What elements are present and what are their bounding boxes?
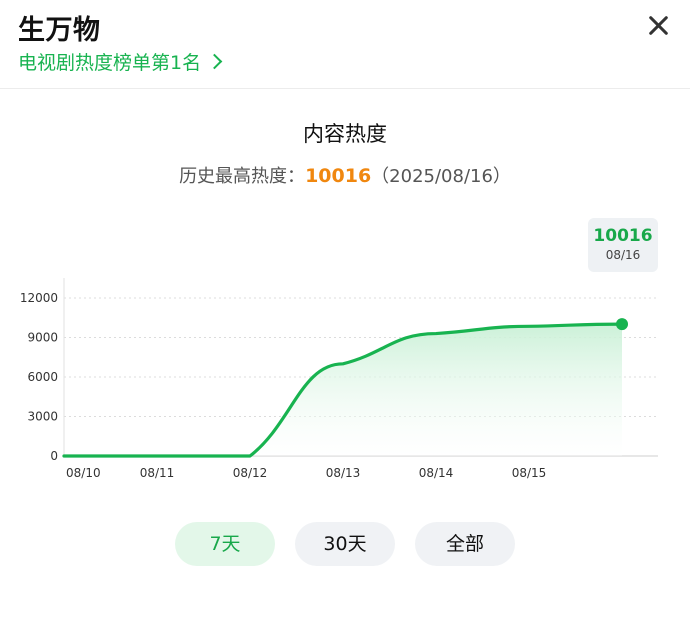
x-tick-label: 08/11 [140, 466, 175, 480]
area-fill [64, 324, 622, 456]
x-tick-label: 08/13 [326, 466, 361, 480]
tooltip-value: 10016 [593, 226, 653, 246]
x-tick-label: 08/12 [233, 466, 268, 480]
rank-link-label: 电视剧热度榜单第1名 [18, 52, 202, 74]
y-tick-label: 3000 [27, 410, 58, 424]
y-tick-label: 12000 [20, 291, 58, 305]
peak-date: （2025/08/16） [371, 166, 511, 187]
peak-label: 历史最高热度： [179, 166, 306, 187]
y-tick-label: 6000 [27, 370, 58, 384]
range-7-days-button[interactable]: 7天 [175, 522, 275, 566]
x-tick-label: 08/14 [419, 466, 454, 480]
heat-chart: 0 3000 6000 9000 12000 08/10 08/11 08/12 08/13 08… [0, 210, 690, 500]
x-tick-label: 08/10 [66, 466, 101, 480]
chart-tooltip: 10016 08/16 [588, 218, 658, 272]
range-30-days-button[interactable]: 30天 [295, 522, 395, 566]
range-all-button[interactable]: 全部 [415, 522, 515, 566]
y-tick-label: 0 [50, 449, 58, 463]
page-title: 生万物 [18, 15, 101, 46]
divider [0, 88, 690, 89]
header: 生万物 电视剧热度榜单第1名 [0, 0, 690, 88]
range-selector: 7天 30天 全部 [0, 522, 690, 568]
close-icon[interactable] [640, 8, 676, 44]
heat-chart-svg: 0 3000 6000 9000 12000 08/10 08/11 08/12 08/13 08… [20, 278, 658, 480]
tooltip-date: 08/16 [605, 248, 641, 262]
highlight-point [616, 318, 628, 331]
y-tick-label: 9000 [27, 331, 58, 345]
peak-value: 10016 [305, 165, 372, 187]
rank-link[interactable]: 电视剧热度榜单第1名 [18, 48, 223, 75]
chevron-right-icon [206, 53, 223, 70]
section-title: 内容热度 [303, 122, 387, 146]
x-tick-label: 08/15 [512, 466, 547, 480]
peak-heat-line: 历史最高热度：10016（2025/08/16） [0, 162, 690, 188]
